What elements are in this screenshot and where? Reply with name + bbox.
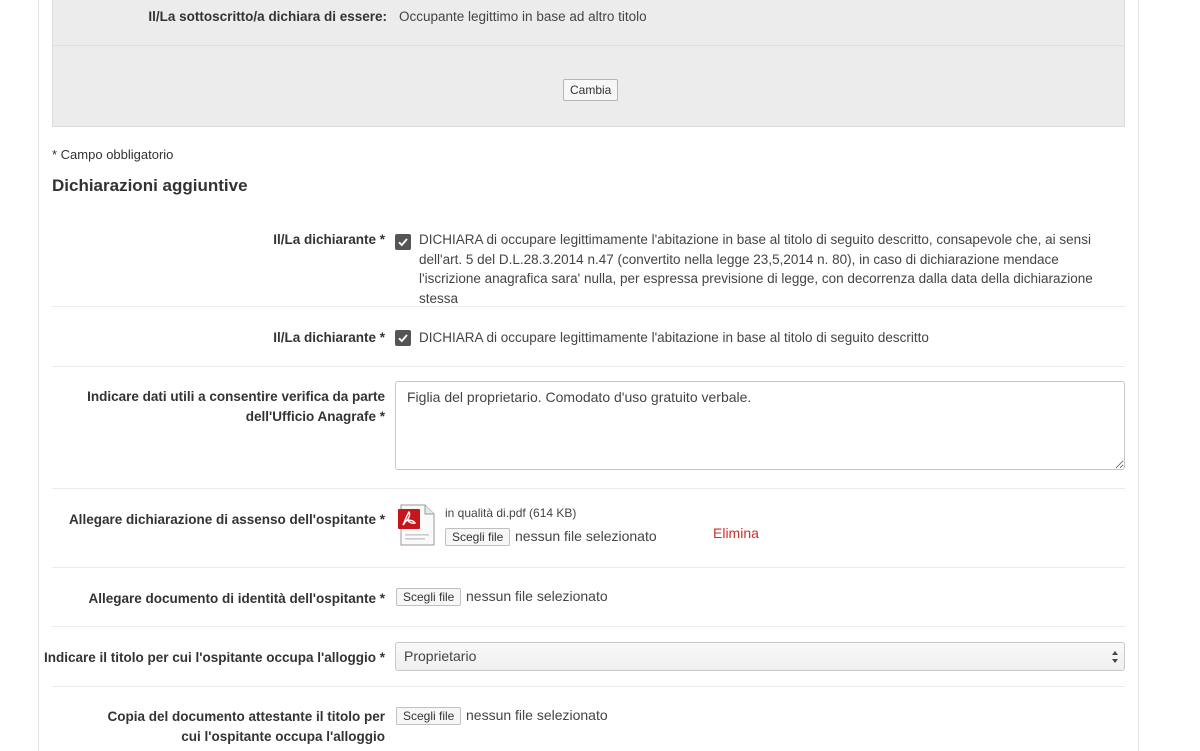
identity-attachment-label: Allegare documento di identità dell'ospi… <box>88 591 386 606</box>
check-icon <box>398 238 408 247</box>
summary-value: Occupante legittimo in base ad altro tit… <box>399 9 647 24</box>
summary-divider <box>53 45 1124 46</box>
row-divider <box>52 567 1125 568</box>
identity-file-status: nessun file selezionato <box>466 588 608 604</box>
title-select-label: Indicare il titolo per cui l'ospitante o… <box>44 650 385 665</box>
consent-choose-file-button[interactable]: Scegli file <box>445 528 511 546</box>
row-divider <box>52 366 1125 367</box>
declaration-1-text: DICHIARA di occupare legittimamente l'ab… <box>419 232 1093 306</box>
summary-panel: Il/La sottoscritto/a dichiara di essere:… <box>52 0 1125 127</box>
declaration-2-label: Il/La dichiarante * <box>273 330 385 345</box>
declaration-1-label: Il/La dichiarante * <box>273 232 385 247</box>
verification-label: Indicare dati utili a consentire verific… <box>87 389 385 424</box>
row-divider <box>52 686 1125 687</box>
page-border-right <box>1138 0 1139 751</box>
required-field-note: * Campo obbligatorio <box>52 147 174 162</box>
consent-file-status: nessun file selezionato <box>515 528 657 544</box>
section-title: Dichiarazioni aggiuntive <box>52 176 248 195</box>
pdf-file-icon <box>398 504 435 546</box>
row-divider <box>52 306 1125 307</box>
declaration-2-text: DICHIARA di occupare legittimamente l'ab… <box>419 330 929 345</box>
row-divider <box>52 626 1125 627</box>
delete-file-link[interactable]: Elimina <box>713 525 759 541</box>
verification-textarea[interactable]: Figlia del proprietario. Comodato d'uso … <box>395 381 1125 470</box>
declaration-1-checkbox[interactable] <box>395 234 411 250</box>
title-select[interactable]: Proprietario <box>395 642 1125 671</box>
title-document-choose-file-button[interactable]: Scegli file <box>396 707 462 725</box>
declaration-2-checkbox[interactable] <box>395 330 411 346</box>
consent-attachment-label: Allegare dichiarazione di assenso dell'o… <box>68 512 385 527</box>
row-divider <box>52 488 1125 489</box>
summary-label: Il/La sottoscritto/a dichiara di essere: <box>148 9 387 24</box>
title-document-file-status: nessun file selezionato <box>466 707 608 723</box>
check-icon <box>398 334 408 343</box>
identity-choose-file-button[interactable]: Scegli file <box>396 588 462 606</box>
change-button[interactable]: Cambia <box>563 79 619 101</box>
page-border-left <box>38 0 39 751</box>
title-select-value: Proprietario <box>404 648 477 664</box>
select-arrows-icon <box>1112 651 1118 663</box>
title-document-label: Copia del documento attestante il titolo… <box>107 709 385 744</box>
uploaded-file-name: in qualità di.pdf (614 KB) <box>445 506 577 520</box>
